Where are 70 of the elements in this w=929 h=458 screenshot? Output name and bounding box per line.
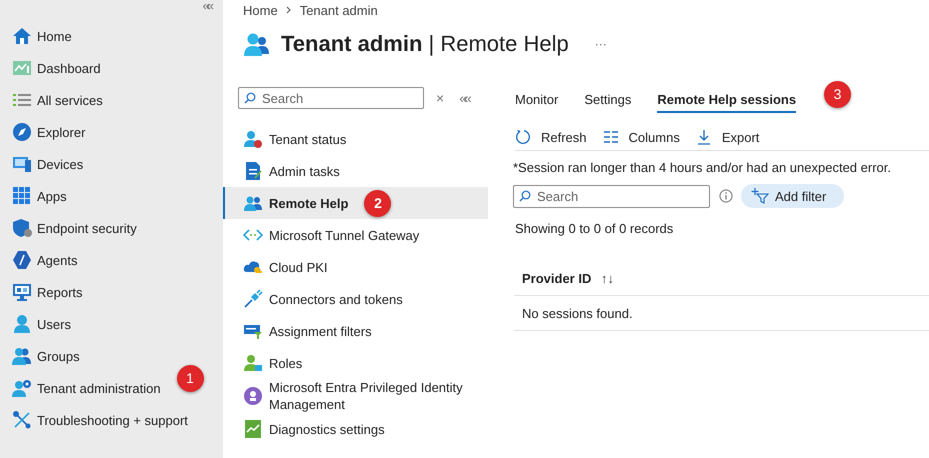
menu-item[interactable]: Assignment filters (223, 315, 488, 347)
users-icon (243, 32, 271, 56)
step-marker: 1 (176, 364, 204, 392)
nav-link[interactable]: Apps (37, 188, 67, 204)
shield-icon (12, 218, 32, 238)
document-icon (243, 161, 263, 181)
menu-item[interactable]: Diagnostics settings (223, 413, 488, 445)
toolbar-button[interactable]: Refresh (541, 130, 587, 144)
hexagon-icon (12, 250, 32, 270)
nav-link[interactable]: Endpoint security (37, 220, 137, 236)
nav-link[interactable]: Reports (37, 284, 83, 300)
tab[interactable]: Monitor (515, 88, 558, 112)
nav-link[interactable]: Dashboard (37, 60, 101, 76)
toolbar-button[interactable]: Export (722, 130, 760, 144)
user-icon (243, 353, 263, 373)
columns-icon (602, 129, 619, 145)
collapse-button[interactable]: «« (459, 90, 469, 106)
menu-item[interactable]: Tenant status (223, 123, 488, 155)
compass-icon (12, 122, 32, 142)
close-button[interactable]: × (436, 90, 444, 106)
plug-icon (243, 289, 263, 309)
info-icon (719, 189, 733, 203)
more-button[interactable]: ··· (594, 37, 607, 51)
tab[interactable]: Settings (584, 88, 632, 112)
empty-message: No sessions found. (522, 306, 633, 320)
chart-icon (12, 58, 32, 78)
user-icon (243, 129, 263, 149)
search-field[interactable]: Search (238, 87, 424, 109)
menu-item[interactable]: Connectors and tokens (223, 283, 488, 315)
refresh-icon (515, 129, 531, 145)
menu-item[interactable]: Admin tasks (223, 155, 488, 187)
download-icon (696, 129, 712, 145)
monitor-icon (12, 282, 32, 302)
user-gear-icon (12, 378, 32, 398)
nav-link[interactable]: Agents (37, 252, 78, 268)
step-marker: 2 (364, 190, 392, 216)
note-text: *Session ran longer than 4 hours and/or had an unexpected error. (513, 160, 892, 175)
nav-link[interactable]: Groups (37, 348, 80, 364)
devices-icon (12, 154, 32, 174)
add-filter-icon (751, 188, 769, 204)
search-field[interactable]: Search (513, 184, 710, 208)
column-header[interactable]: Provider ID ↑↓ (522, 271, 614, 286)
grid-icon (12, 186, 32, 206)
menu-item[interactable]: Remote Help 2 (223, 187, 488, 219)
nav-link[interactable]: All services (37, 92, 103, 108)
add-filter-button[interactable]: Add filter (741, 184, 844, 208)
menu-item[interactable]: Microsoft Tunnel Gateway (223, 219, 488, 251)
nav-link[interactable]: Home (37, 28, 72, 44)
badge-icon (243, 386, 263, 406)
nav-link[interactable]: Troubleshooting + support (37, 412, 188, 428)
step-marker: 3 (824, 80, 852, 108)
record-count: Showing 0 to 0 of 0 records (515, 221, 674, 236)
nav-link[interactable]: Devices (37, 156, 84, 172)
nav-link[interactable]: Tenant administration (37, 380, 161, 396)
nav-link[interactable]: Users (37, 316, 71, 332)
menu-item[interactable]: Cloud PKI (223, 251, 488, 283)
breadcrumb-link[interactable]: Home (243, 2, 278, 18)
chart-icon (243, 419, 263, 439)
page-title: Tenant admin | Remote Help (281, 31, 569, 57)
menu-item[interactable]: Microsoft Entra Privileged Identity Management (223, 379, 488, 413)
breadcrumb-link[interactable]: Tenant admin (300, 2, 378, 18)
menu-item[interactable]: Roles (223, 347, 488, 379)
users-icon (12, 346, 32, 366)
toolbar-button[interactable]: Columns (628, 130, 680, 144)
home-icon (12, 26, 32, 46)
collapse-icon[interactable]: «« (202, 0, 211, 20)
tab[interactable]: Remote Help sessions (657, 88, 796, 112)
nav-link[interactable]: Explorer (37, 124, 86, 140)
user-icon (12, 314, 32, 334)
chevron-icon (286, 6, 292, 14)
